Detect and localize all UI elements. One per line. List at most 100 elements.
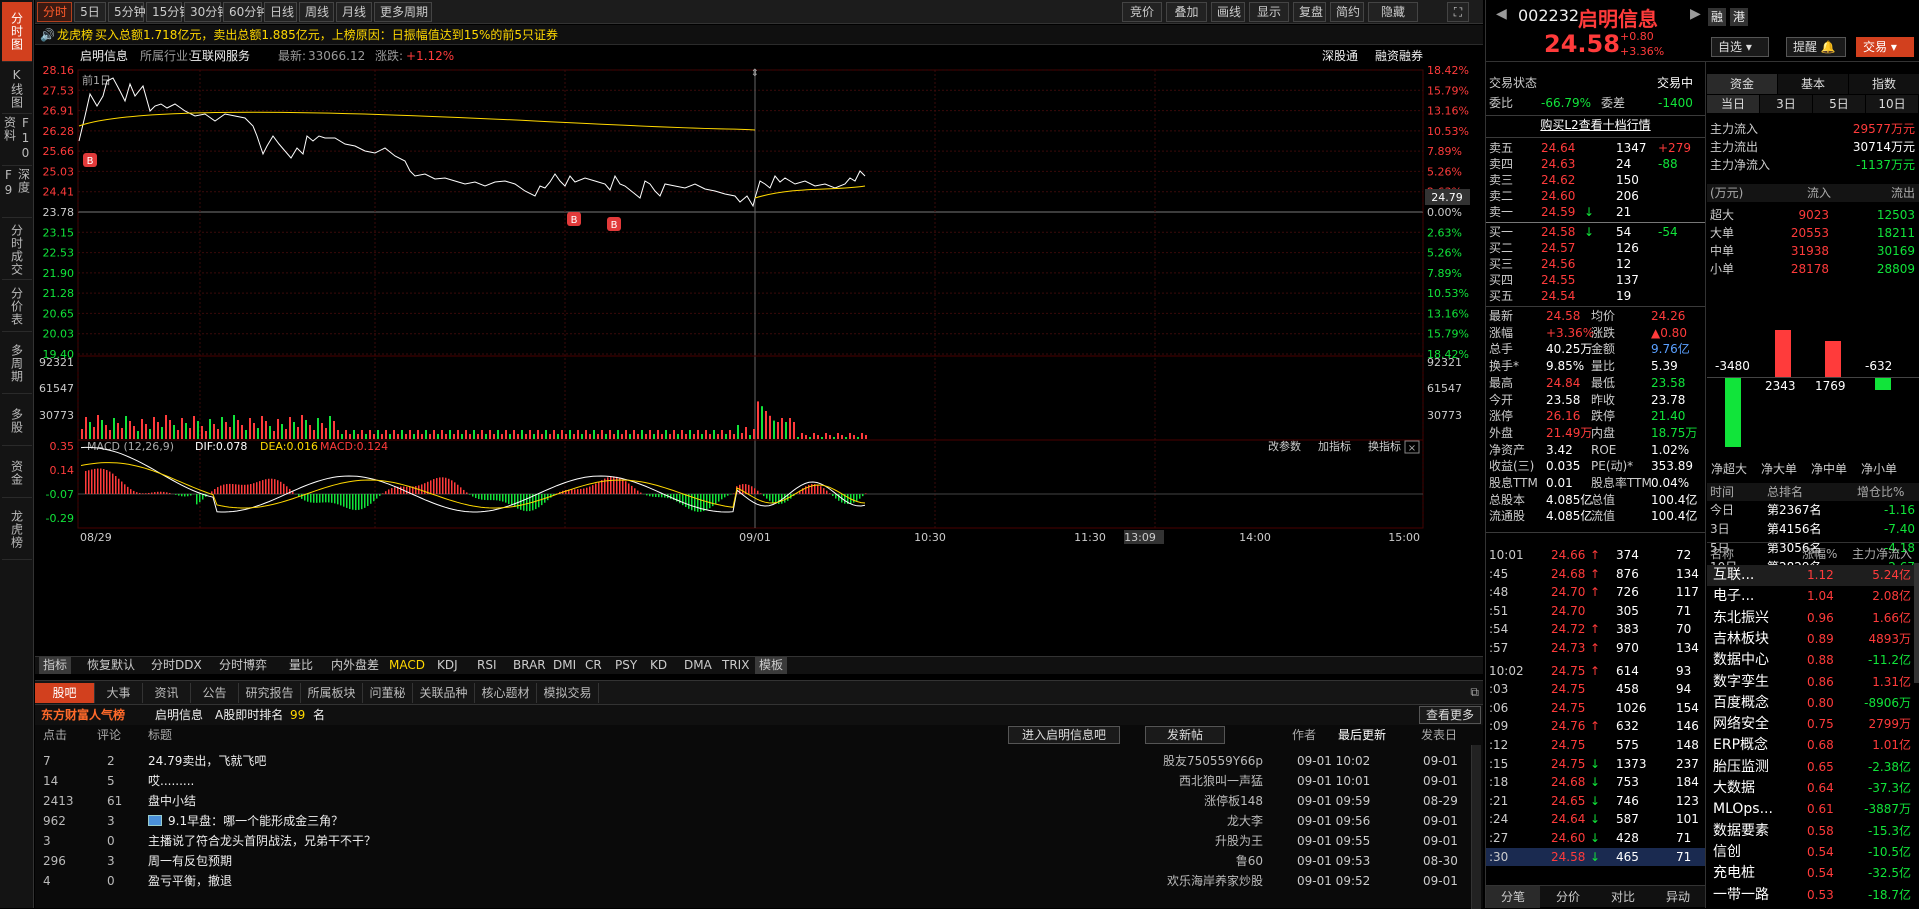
guba-tab-10[interactable]: 模拟交易 — [537, 683, 599, 703]
fund-subtab-1[interactable]: 当日 — [1707, 95, 1759, 113]
fund-tab-1[interactable]: 资金 — [1707, 74, 1777, 94]
post-author[interactable]: 龙大李 — [1227, 811, 1263, 831]
guba-scrollbar[interactable] — [1471, 745, 1481, 909]
chart-svg[interactable]: 28.1618.42%27.5315.79%26.9113.16%26.2810… — [35, 66, 1483, 666]
post-title[interactable]: 盈亏平衡，撤退 — [148, 871, 232, 891]
guba-post-row[interactable]: 7224.79卖出，飞就飞吧股友750559Y66p09-01 10:0209-… — [35, 751, 1483, 771]
guba-tab-7[interactable]: 问董秘 — [363, 683, 413, 703]
tool-button-7[interactable]: 隐藏 — [1368, 2, 1418, 22]
guba-tab-5[interactable]: 研究报告 — [239, 683, 301, 703]
guba-header-6[interactable]: 发表日 — [1421, 725, 1457, 745]
lhb-banner[interactable]: 🔊 龙虎榜 买入总额1.718亿元，卖出总额1.885亿元，上榜原因：日振幅值达… — [35, 25, 1483, 45]
guba-header-5[interactable]: 最后更新 — [1338, 725, 1386, 745]
b-mark[interactable]: B — [611, 220, 618, 231]
period-tab-4[interactable]: 15分钟 — [146, 2, 182, 22]
fund-subtab-2[interactable]: 3日 — [1760, 95, 1812, 113]
sector-row[interactable]: 胎压监测0.65-2.38亿 — [1707, 757, 1919, 778]
ask-row[interactable]: 卖一24.5921↓ — [1486, 204, 1705, 220]
sector-row[interactable]: 一带一路0.53-18.7亿 — [1707, 885, 1919, 906]
post-author[interactable]: 鲁60 — [1236, 851, 1263, 871]
guba-post-row[interactable]: 241361盘中小结涨停板14809-01 09:5908-29 — [35, 791, 1483, 811]
buy-l2-link[interactable]: 购买L2查看十档行情 — [1486, 116, 1705, 134]
guba-post-row[interactable]: 2963周一有反包预期鲁6009-01 09:5308-30 — [35, 851, 1483, 871]
sector-row[interactable]: 数字孪生0.861.31亿 — [1707, 672, 1919, 693]
period-tab-9[interactable]: 月线 — [336, 2, 372, 22]
ask-row[interactable]: 卖四24.6324-88 — [1486, 156, 1705, 172]
period-tab-2[interactable]: 5日 — [74, 2, 106, 22]
expand-icon[interactable]: ⛶ — [1447, 2, 1469, 22]
indicator-tab-2[interactable]: 恢复默认 — [83, 657, 139, 674]
indicator-tab-4[interactable]: 分时博弈 — [215, 657, 271, 674]
left-tab-8[interactable]: 多股 — [2, 396, 32, 446]
sector-row[interactable]: 吉林板块0.894893万 — [1707, 629, 1919, 650]
sector-header-3[interactable]: 主力净流入 — [1852, 545, 1912, 563]
guba-tab-6[interactable]: 所属板块 — [301, 683, 363, 703]
tick-tab-2[interactable]: 分价 — [1541, 886, 1595, 908]
guba-tab-8[interactable]: 关联品种 — [413, 683, 475, 703]
fund-subtab-3[interactable]: 5日 — [1813, 95, 1865, 113]
period-tab-3[interactable]: 5分钟 — [108, 2, 144, 22]
period-tab-6[interactable]: 60分钟 — [223, 2, 262, 22]
indicator-tab-6[interactable]: 内外盘差 — [327, 657, 383, 674]
indicator-tab-7[interactable]: MACD — [385, 657, 429, 674]
indicator-tab-1[interactable]: 指标 — [39, 657, 71, 674]
indicator-tab-13[interactable]: PSY — [611, 657, 641, 674]
left-tab-5[interactable]: 分时成交 — [2, 220, 32, 280]
indicator-tab-9[interactable]: RSI — [473, 657, 501, 674]
ask-row[interactable]: 卖三24.62150 — [1486, 172, 1705, 188]
indicator-tab-8[interactable]: KDJ — [433, 657, 462, 674]
indicator-tab-14[interactable]: KD — [646, 657, 671, 674]
indicator-tab-5[interactable]: 量比 — [285, 657, 317, 674]
sector-header-2[interactable]: 涨幅% — [1802, 545, 1837, 563]
bid-row[interactable]: 买四24.55137 — [1486, 272, 1705, 288]
indicator-tab-15[interactable]: DMA — [680, 657, 716, 674]
tick-tab-1[interactable]: 分笔 — [1486, 886, 1540, 908]
fund-tab-2[interactable]: 基本 — [1778, 74, 1848, 94]
jiaoyi-button[interactable]: 交易 ▾ — [1856, 37, 1914, 57]
sgt-link[interactable]: 深股通 — [1322, 46, 1358, 66]
post-author[interactable]: 升股为王 — [1215, 831, 1263, 851]
sector-row[interactable]: 百度概念0.80-8906万 — [1707, 693, 1919, 714]
sector-row[interactable]: MLOps...0.61-3887万 — [1707, 799, 1919, 820]
left-tab-9[interactable]: 资金 — [2, 448, 32, 498]
post-title[interactable]: 盘中小结 — [148, 791, 196, 811]
tool-button-2[interactable]: 叠加 — [1166, 2, 1207, 22]
ask-row[interactable]: 卖五24.641347+279 — [1486, 140, 1705, 156]
enter-guba-button[interactable]: 进入启明信息吧 — [1008, 726, 1120, 744]
guba-tab-2[interactable]: 大事 — [95, 683, 143, 703]
indicator-tab-16[interactable]: TRIX — [718, 657, 753, 674]
guba-post-row[interactable]: 40盈亏平衡，撤退欢乐海岸养家炒股09-01 09:5209-01 — [35, 871, 1483, 891]
tixing-button[interactable]: 提醒 🔔 — [1786, 37, 1846, 57]
guba-post-row[interactable]: 30主播说了符合龙头首阴战法，兄弟干不干？升股为王09-01 09:5509-0… — [35, 831, 1483, 851]
post-title[interactable]: 主播说了符合龙头首阴战法，兄弟干不干？ — [148, 831, 376, 851]
post-title[interactable]: 24.79卖出，飞就飞吧 — [148, 751, 266, 771]
tick-tab-4[interactable]: 异动 — [1651, 886, 1705, 908]
fund-tab-3[interactable]: 指数 — [1849, 74, 1919, 94]
guba-tab-9[interactable]: 核心题材 — [475, 683, 537, 703]
guba-tab-4[interactable]: 公告 — [191, 683, 239, 703]
prev-stock-icon[interactable]: ◀ — [1496, 6, 1507, 22]
sector-row[interactable]: 大数据0.64-37.3亿 — [1707, 778, 1919, 799]
zixuan-dropdown[interactable]: 自选 ▾ — [1711, 37, 1769, 57]
next-stock-icon[interactable]: ▶ — [1690, 6, 1701, 22]
indicator-tab-10[interactable]: BRAR — [509, 657, 550, 674]
sector-row[interactable]: 充电桩0.54-32.5亿 — [1707, 863, 1919, 884]
left-tab-10[interactable]: 龙虎榜 — [2, 500, 32, 560]
tool-button-6[interactable]: 简约 — [1330, 2, 1364, 22]
intraday-chart[interactable]: 28.1618.42%27.5315.79%26.9113.16%26.2810… — [35, 66, 1483, 666]
left-tab-2[interactable]: K线图 — [2, 64, 32, 114]
b-mark[interactable]: B — [571, 215, 578, 226]
period-tab-8[interactable]: 周线 — [299, 2, 334, 22]
sector-row[interactable]: 数据要素0.58-15.3亿 — [1707, 821, 1919, 842]
post-author[interactable]: 西北狼叫一声猛 — [1179, 771, 1263, 791]
guba-more-button[interactable]: 查看更多 — [1419, 706, 1481, 724]
new-post-button[interactable]: 发新帖 — [1145, 726, 1225, 744]
period-tab-10[interactable]: 更多周期 — [374, 2, 432, 22]
post-title[interactable]: 哎......... — [148, 771, 194, 791]
bid-row[interactable]: 买五24.5419 — [1486, 288, 1705, 304]
guba-tab-3[interactable]: 资讯 — [143, 683, 191, 703]
left-tab-7[interactable]: 多周期 — [2, 334, 32, 394]
period-tab-7[interactable]: 日线 — [264, 2, 297, 22]
left-tab-3[interactable]: F10资料 — [2, 116, 32, 166]
indicator-tab-17[interactable]: 模板 — [755, 657, 787, 674]
